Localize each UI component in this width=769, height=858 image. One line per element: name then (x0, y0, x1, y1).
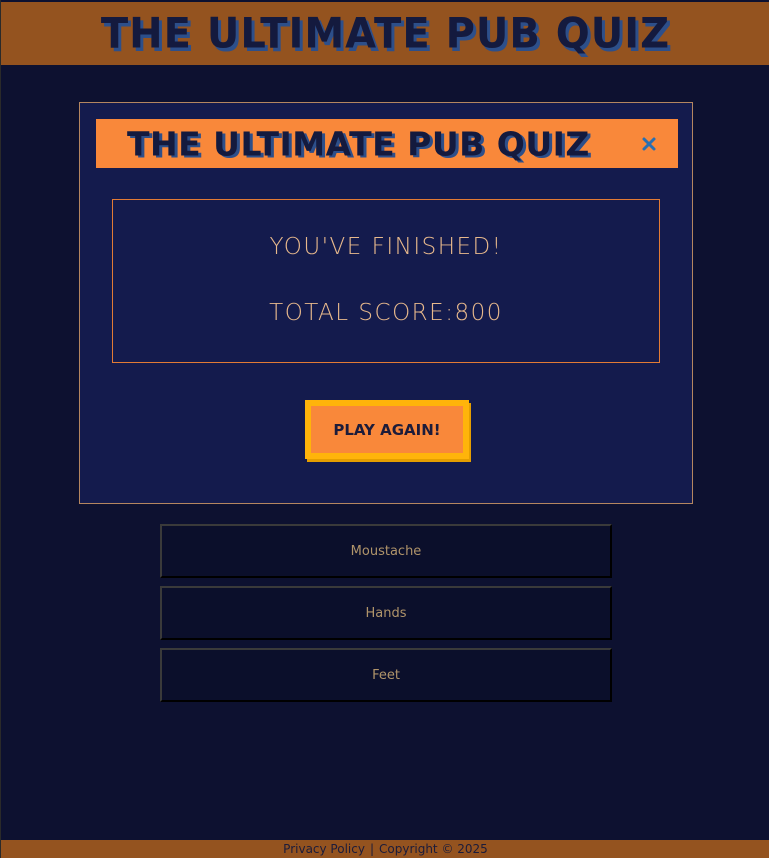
site-footer: Privacy Policy | Copyright © 2025 (1, 840, 769, 858)
close-icon (642, 137, 656, 150)
site-header: THE ULTIMATE PUB QUIZ (1, 0, 769, 65)
answer-button-hands[interactable]: Hands (160, 586, 612, 640)
score-value: 800 (454, 300, 503, 326)
score-label: TOTAL SCORE: (269, 300, 455, 326)
privacy-policy-link[interactable]: Privacy Policy (283, 842, 365, 856)
result-box: YOU'VE FINISHED! TOTAL SCORE:800 (112, 199, 660, 363)
copyright-text: Copyright © 2025 (379, 842, 488, 856)
answer-button-moustache[interactable]: Moustache (160, 524, 612, 578)
answer-button-feet[interactable]: Feet (160, 648, 612, 702)
page: THE ULTIMATE PUB QUIZ Moustache Hands Fe… (0, 0, 769, 858)
close-button[interactable] (638, 133, 660, 155)
footer-separator: | (369, 842, 374, 856)
play-again-button[interactable]: PLAY AGAIN! (305, 400, 469, 459)
site-title: THE ULTIMATE PUB QUIZ (100, 9, 671, 58)
finished-message: YOU'VE FINISHED! (269, 234, 503, 260)
answer-list: Moustache Hands Feet (160, 524, 612, 710)
results-modal: THE ULTIMATE PUB QUIZ YOU'VE FINISHED! T… (79, 102, 693, 504)
total-score: TOTAL SCORE:800 (113, 300, 659, 326)
modal-title: THE ULTIMATE PUB QUIZ (127, 124, 590, 163)
modal-header: THE ULTIMATE PUB QUIZ (96, 119, 678, 168)
